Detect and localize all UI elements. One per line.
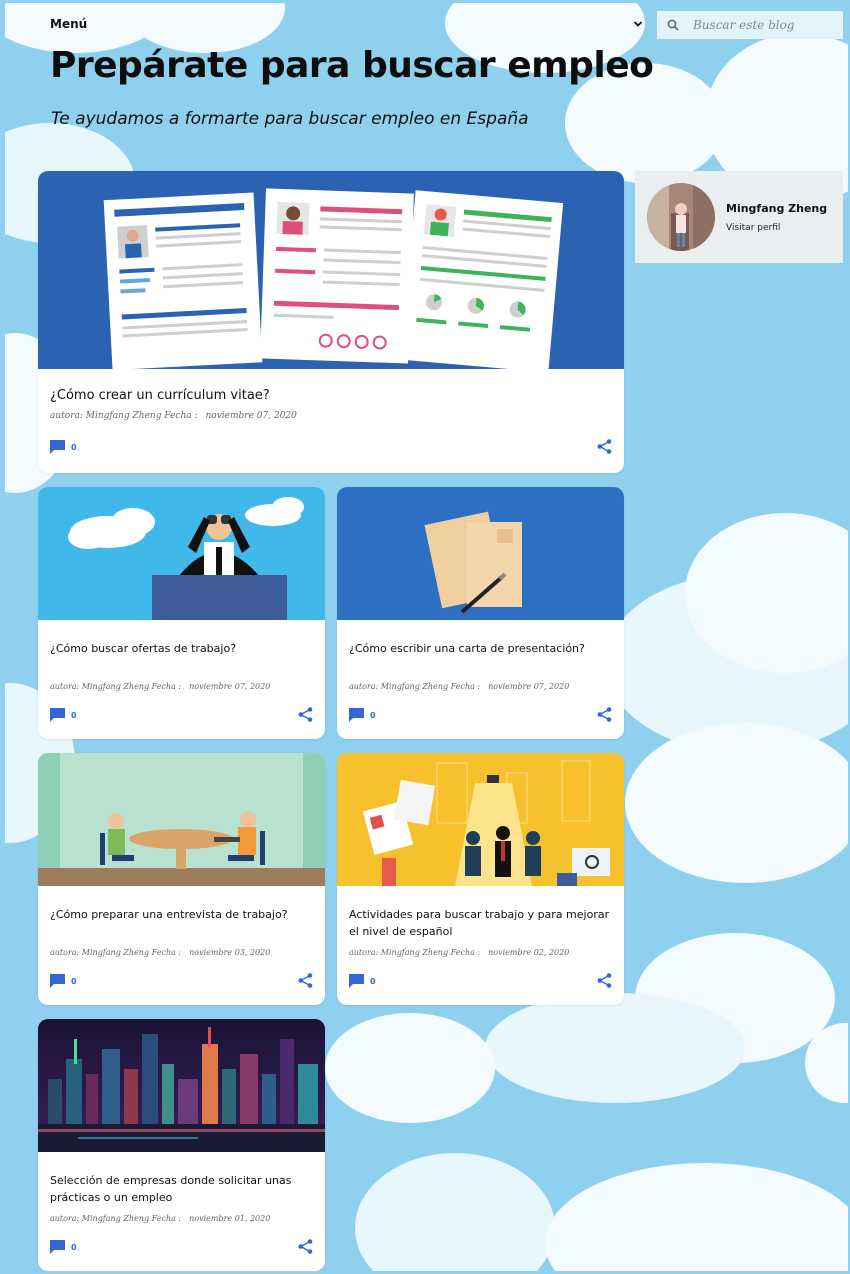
comment-icon[interactable] (50, 708, 65, 722)
post-author: autora: Mingfang Zheng Fecha : (50, 1214, 182, 1223)
page-frame: Menú Prepárate para buscar empleo Te ayu… (5, 3, 848, 1271)
post-card[interactable]: Selección de empresas donde solicitar un… (38, 1019, 325, 1271)
comment-icon[interactable] (349, 974, 364, 988)
comment-icon[interactable] (50, 440, 65, 454)
post-card[interactable]: ¿Cómo buscar ofertas de trabajo? autora:… (38, 487, 325, 739)
post-thumbnail[interactable] (337, 487, 624, 620)
comments-link[interactable]: 0 (349, 974, 376, 988)
profile-widget: Mingfang Zheng Visitar perfil (635, 171, 843, 263)
comment-icon[interactable] (349, 708, 364, 722)
visit-profile-link[interactable]: Visitar perfil (726, 223, 780, 233)
profile-name[interactable]: Mingfang Zheng (726, 202, 827, 215)
comment-count: 0 (71, 442, 77, 452)
comment-icon[interactable] (50, 974, 65, 988)
comment-count: 0 (71, 976, 77, 986)
comments-link[interactable]: 0 (50, 1240, 77, 1254)
comments-link[interactable]: 0 (50, 440, 77, 454)
post-thumbnail[interactable] (38, 1019, 325, 1152)
post-date[interactable]: noviembre 07, 2020 (206, 411, 297, 421)
post-title[interactable]: Actividades para buscar trabajo y para m… (349, 906, 612, 940)
post-thumbnail[interactable] (38, 171, 624, 369)
comment-count: 0 (370, 976, 376, 986)
post-title[interactable]: ¿Cómo preparar una entrevista de trabajo… (50, 906, 313, 923)
search-icon[interactable] (667, 19, 679, 31)
menu-button[interactable]: Menú (50, 17, 87, 31)
post-meta: autora: Mingfang Zheng Fecha : noviembre … (50, 682, 315, 691)
post-date[interactable]: noviembre 02, 2020 (488, 948, 569, 957)
comments-link[interactable]: 0 (50, 708, 77, 722)
post-card[interactable]: ¿Cómo escribir una carta de presentación… (337, 487, 624, 739)
post-thumbnail[interactable] (38, 487, 325, 620)
share-icon[interactable] (597, 707, 612, 722)
post-title[interactable]: ¿Cómo crear un currículum vitae? (50, 387, 612, 404)
post-author: autora: Mingfang Zheng Fecha : (50, 411, 198, 421)
post-title[interactable]: Selección de empresas donde solicitar un… (50, 1172, 313, 1206)
post-date[interactable]: noviembre 07, 2020 (488, 682, 569, 691)
post-meta: autora: Mingfang Zheng Fecha : noviembre … (349, 682, 614, 691)
post-date[interactable]: noviembre 01, 2020 (189, 1214, 270, 1223)
post-meta: autora: Mingfang Zheng Fecha : noviembre … (50, 948, 315, 957)
post-thumbnail[interactable] (337, 753, 624, 886)
share-icon[interactable] (597, 439, 612, 454)
post-card[interactable]: ¿Cómo preparar una entrevista de trabajo… (38, 753, 325, 1005)
avatar[interactable] (647, 183, 715, 251)
top-bar: Menú (5, 3, 848, 43)
post-meta: autora: Mingfang Zheng Fecha : noviembre … (50, 411, 614, 421)
post-date[interactable]: noviembre 03, 2020 (189, 948, 270, 957)
comments-link[interactable]: 0 (50, 974, 77, 988)
post-card[interactable]: Actividades para buscar trabajo y para m… (337, 753, 624, 1005)
post-author: autora: Mingfang Zheng Fecha : (349, 682, 481, 691)
blog-subtitle: Te ayudamos a formarte para buscar emple… (51, 109, 529, 129)
post-author: autora: Mingfang Zheng Fecha : (349, 948, 481, 957)
chevron-down-icon[interactable] (633, 19, 643, 29)
comments-link[interactable]: 0 (349, 708, 376, 722)
comment-icon[interactable] (50, 1240, 65, 1254)
post-meta: autora: Mingfang Zheng Fecha : noviembre … (50, 1214, 315, 1223)
share-icon[interactable] (298, 973, 313, 988)
search-box (657, 11, 843, 39)
blog-title[interactable]: Prepárate para buscar empleo (50, 45, 654, 86)
share-icon[interactable] (298, 707, 313, 722)
post-title[interactable]: ¿Cómo buscar ofertas de trabajo? (50, 640, 313, 657)
comment-count: 0 (71, 710, 77, 720)
comment-count: 0 (370, 710, 376, 720)
post-title[interactable]: ¿Cómo escribir una carta de presentación… (349, 640, 612, 657)
share-icon[interactable] (597, 973, 612, 988)
post-date[interactable]: noviembre 07, 2020 (189, 682, 270, 691)
comment-count: 0 (71, 1242, 77, 1252)
post-author: autora: Mingfang Zheng Fecha : (50, 682, 182, 691)
share-icon[interactable] (298, 1239, 313, 1254)
post-meta: autora: Mingfang Zheng Fecha : noviembre … (349, 948, 614, 957)
post-thumbnail[interactable] (38, 753, 325, 886)
post-card[interactable]: ¿Cómo crear un currículum vitae? autora:… (38, 171, 624, 473)
search-input[interactable] (693, 18, 833, 32)
post-author: autora: Mingfang Zheng Fecha : (50, 948, 182, 957)
